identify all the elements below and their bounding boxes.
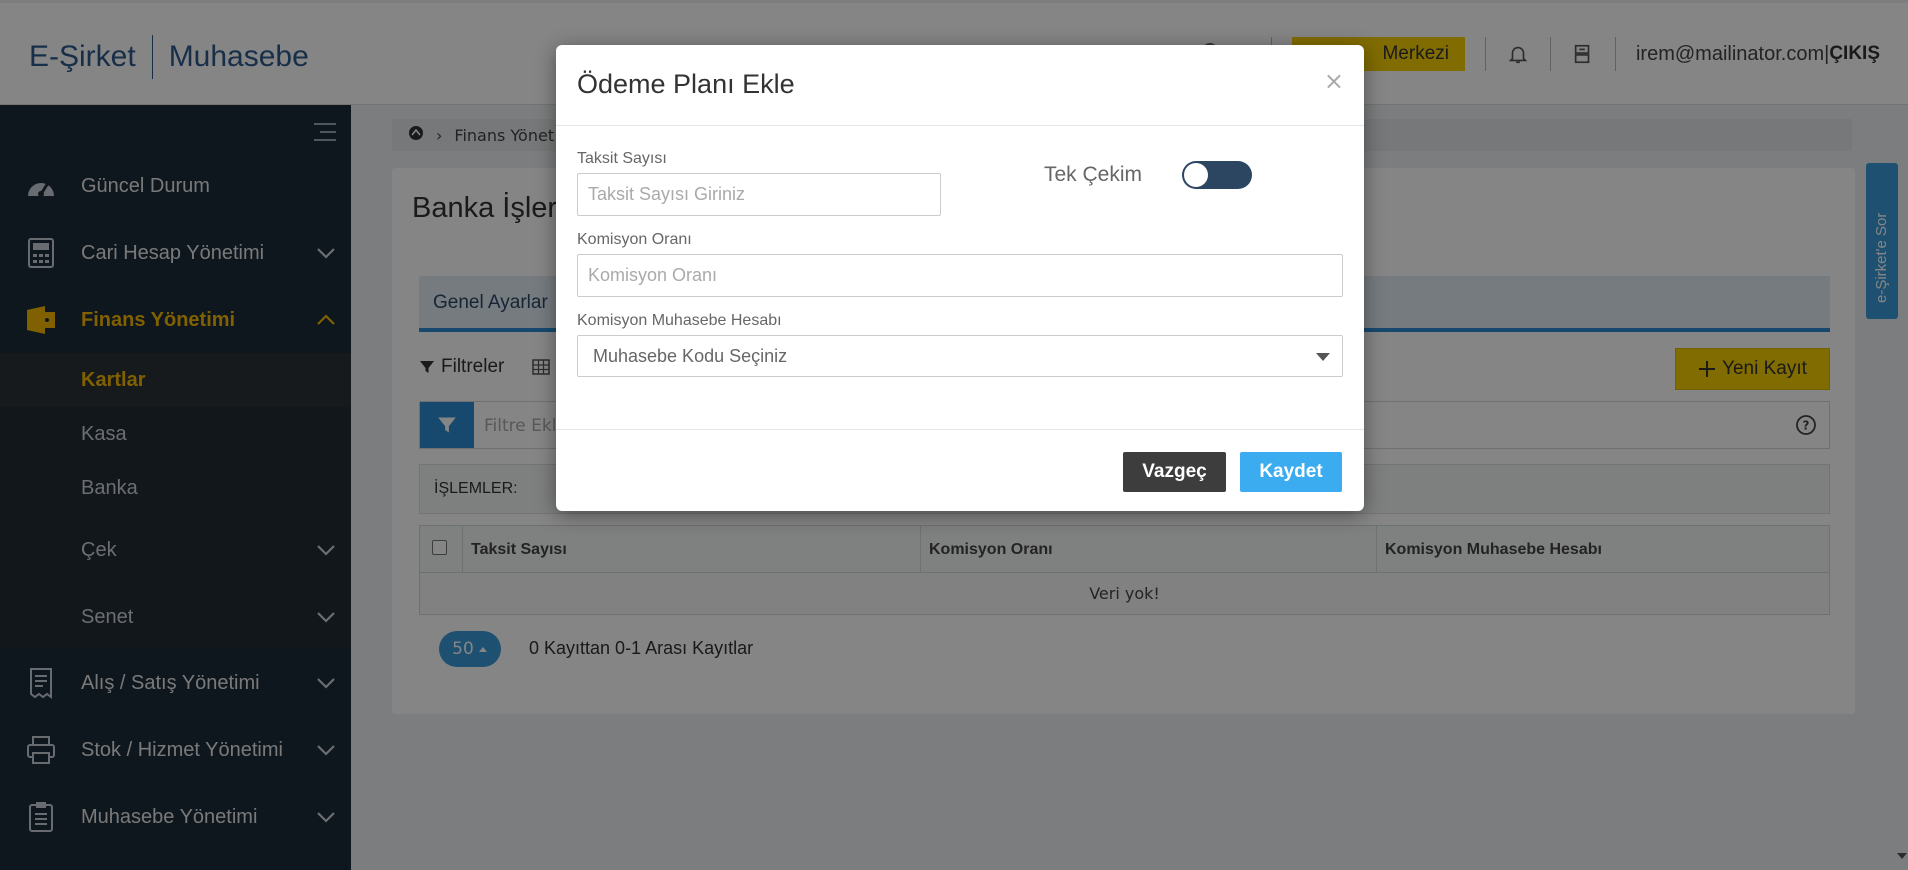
cancel-button[interactable]: Vazgeç [1123,452,1226,492]
payment-plan-modal: Ödeme Planı Ekle × Taksit Sayısı Tek Çek… [556,45,1364,511]
tek-cekim-label: Tek Çekim [1044,163,1143,186]
modal-title: Ödeme Planı Ekle [577,69,795,99]
toggle-knob [1184,163,1208,187]
caret-down-icon [1316,353,1330,361]
modal-divider [556,429,1364,430]
hesap-select[interactable]: Muhasebe Kodu Seçiniz [577,335,1343,377]
tek-cekim-toggle[interactable] [1182,161,1252,189]
hesap-select-value: Muhasebe Kodu Seçiniz [593,346,788,366]
modal-divider [556,125,1364,126]
komisyon-input[interactable] [577,254,1343,297]
hesap-label: Komisyon Muhasebe Hesabı [577,312,782,329]
taksit-label: Taksit Sayısı [577,150,667,167]
taksit-input[interactable] [577,173,941,216]
save-button[interactable]: Kaydet [1240,452,1342,492]
komisyon-label: Komisyon Oranı [577,231,692,248]
close-icon[interactable]: × [1324,67,1344,95]
